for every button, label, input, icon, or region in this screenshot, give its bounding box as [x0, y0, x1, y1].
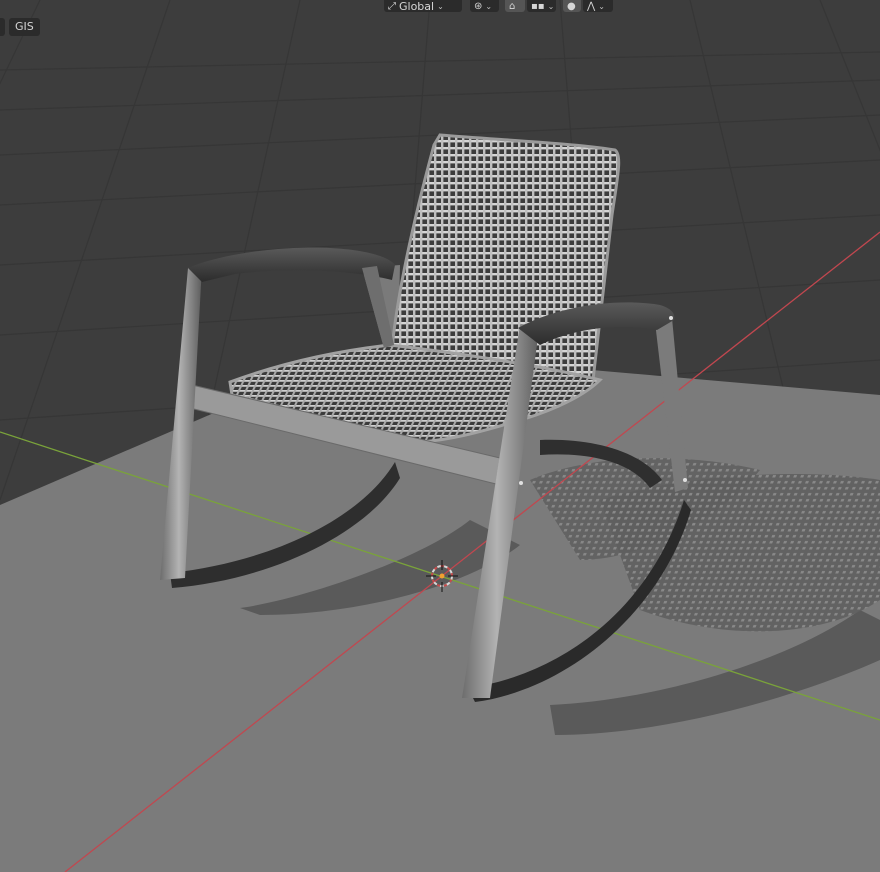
- toolbar-edge-tab[interactable]: [0, 18, 5, 36]
- transform-orientation-icon: ⤢: [388, 0, 396, 12]
- proportional-edit-toggle[interactable]: ●: [563, 0, 581, 12]
- falloff-dropdown[interactable]: ⋀ ⌄: [583, 0, 613, 12]
- pivot-point-dropdown[interactable]: ⊛ ⌄: [470, 0, 499, 12]
- falloff-icon: ⋀: [587, 0, 596, 12]
- chevron-down-icon: ⌄: [485, 1, 493, 11]
- transform-orientation-label: Global: [399, 0, 435, 13]
- chevron-down-icon: ⌄: [598, 1, 605, 11]
- transform-orientation-dropdown[interactable]: ⤢ Global ⌄: [384, 0, 462, 12]
- chevron-down-icon: ⌄: [437, 1, 444, 11]
- gis-tab[interactable]: GIS: [9, 18, 40, 36]
- proportional-edit-icon: ●: [567, 0, 576, 12]
- pivot-point-icon: ⊛: [474, 0, 483, 12]
- snap-icon: ⌂: [509, 0, 516, 12]
- snap-target-dropdown[interactable]: ▪▪ ⌄: [527, 0, 556, 12]
- snap-target-icon: ▪▪: [531, 0, 545, 12]
- snap-toggle[interactable]: ⌂: [505, 0, 525, 12]
- 3d-viewport[interactable]: [0, 0, 880, 872]
- chevron-down-icon: ⌄: [547, 1, 555, 11]
- backrest-wicker: [390, 133, 621, 382]
